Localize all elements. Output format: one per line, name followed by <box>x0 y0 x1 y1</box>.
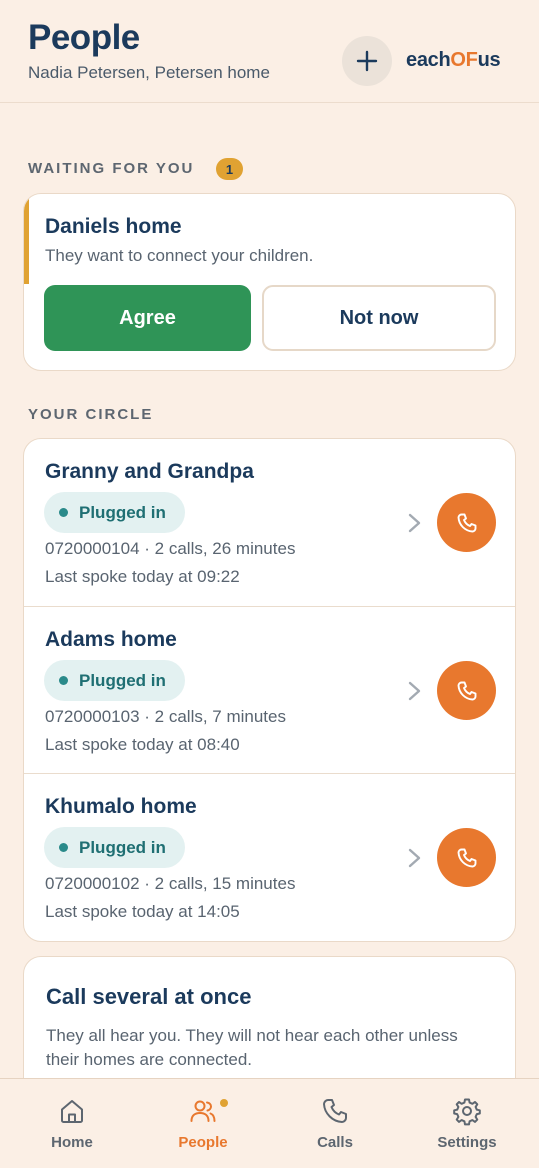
status-dot <box>59 843 68 852</box>
add-person-button[interactable] <box>342 36 392 86</box>
waiting-count-badge: 1 <box>216 158 243 180</box>
phone-icon <box>457 513 476 532</box>
connection-request-card: Daniels home They want to connect your c… <box>23 193 516 371</box>
nav-item-home[interactable]: Home <box>7 1079 137 1168</box>
app-header: People Nadia Petersen, Petersen home eac… <box>0 0 539 103</box>
status-badge: Plugged in <box>44 492 185 533</box>
call-several-title: Call several at once <box>46 984 252 1009</box>
nav-item-people[interactable]: People <box>138 1079 268 1168</box>
phone-icon <box>323 1099 347 1123</box>
nav-label-people: People <box>178 1134 228 1151</box>
app-logo: eachOFus <box>406 49 501 71</box>
request-accent-bar <box>24 194 29 284</box>
nav-label-calls: Calls <box>317 1134 353 1151</box>
contact-name: Khumalo home <box>45 795 197 818</box>
contact-row[interactable]: Khumalo home Plugged in 0720000102 · 2 c… <box>24 773 515 940</box>
page-subtitle: Nadia Petersen, Petersen home <box>28 63 270 82</box>
request-name: Daniels home <box>45 215 182 238</box>
nav-item-calls[interactable]: Calls <box>270 1079 400 1168</box>
nav-item-settings[interactable]: Settings <box>402 1079 532 1168</box>
status-badge: Plugged in <box>44 827 185 868</box>
nav-label-home: Home <box>51 1134 93 1151</box>
home-icon <box>61 1100 83 1123</box>
contact-row[interactable]: Adams home Plugged in 0720000103 · 2 cal… <box>24 606 515 773</box>
gear-icon <box>453 1098 481 1126</box>
plus-icon <box>356 50 378 72</box>
status-dot <box>59 676 68 685</box>
waiting-section-label: WAITING FOR YOU <box>28 160 195 177</box>
status-badge: Plugged in <box>44 660 185 701</box>
contact-details: 0720000104 · 2 calls, 26 minutes <box>45 539 296 558</box>
chevron-right-icon[interactable] <box>404 511 424 535</box>
call-button[interactable] <box>437 493 496 552</box>
call-button[interactable] <box>437 661 496 720</box>
circle-section-label: YOUR CIRCLE <box>28 406 154 423</box>
phone-icon <box>457 848 476 867</box>
people-icon <box>190 1100 216 1122</box>
page-title: People <box>28 18 140 57</box>
contact-last-spoke: Last spoke today at 14:05 <box>45 902 240 921</box>
contact-row[interactable]: Granny and Grandpa Plugged in 0720000104… <box>24 439 515 606</box>
contact-last-spoke: Last spoke today at 08:40 <box>45 735 240 754</box>
call-button[interactable] <box>437 828 496 887</box>
request-description: They want to connect your children. <box>45 246 314 265</box>
call-several-description: They all hear you. They will not hear ea… <box>46 1026 458 1069</box>
not-now-button[interactable]: Not now <box>262 285 496 351</box>
people-notification-dot <box>220 1099 228 1107</box>
circle-list: Granny and Grandpa Plugged in 0720000104… <box>23 438 516 942</box>
nav-label-settings: Settings <box>437 1134 497 1151</box>
chevron-right-icon[interactable] <box>404 679 424 703</box>
phone-icon <box>457 681 476 700</box>
chevron-right-icon[interactable] <box>404 846 424 870</box>
contact-name: Adams home <box>45 628 177 651</box>
contact-name: Granny and Grandpa <box>45 460 254 483</box>
status-dot <box>59 508 68 517</box>
bottom-nav: Home People Calls Settings <box>0 1078 539 1168</box>
agree-button[interactable]: Agree <box>44 285 251 351</box>
contact-last-spoke: Last spoke today at 09:22 <box>45 567 240 586</box>
contact-details: 0720000103 · 2 calls, 7 minutes <box>45 707 286 726</box>
contact-details: 0720000102 · 2 calls, 15 minutes <box>45 874 296 893</box>
